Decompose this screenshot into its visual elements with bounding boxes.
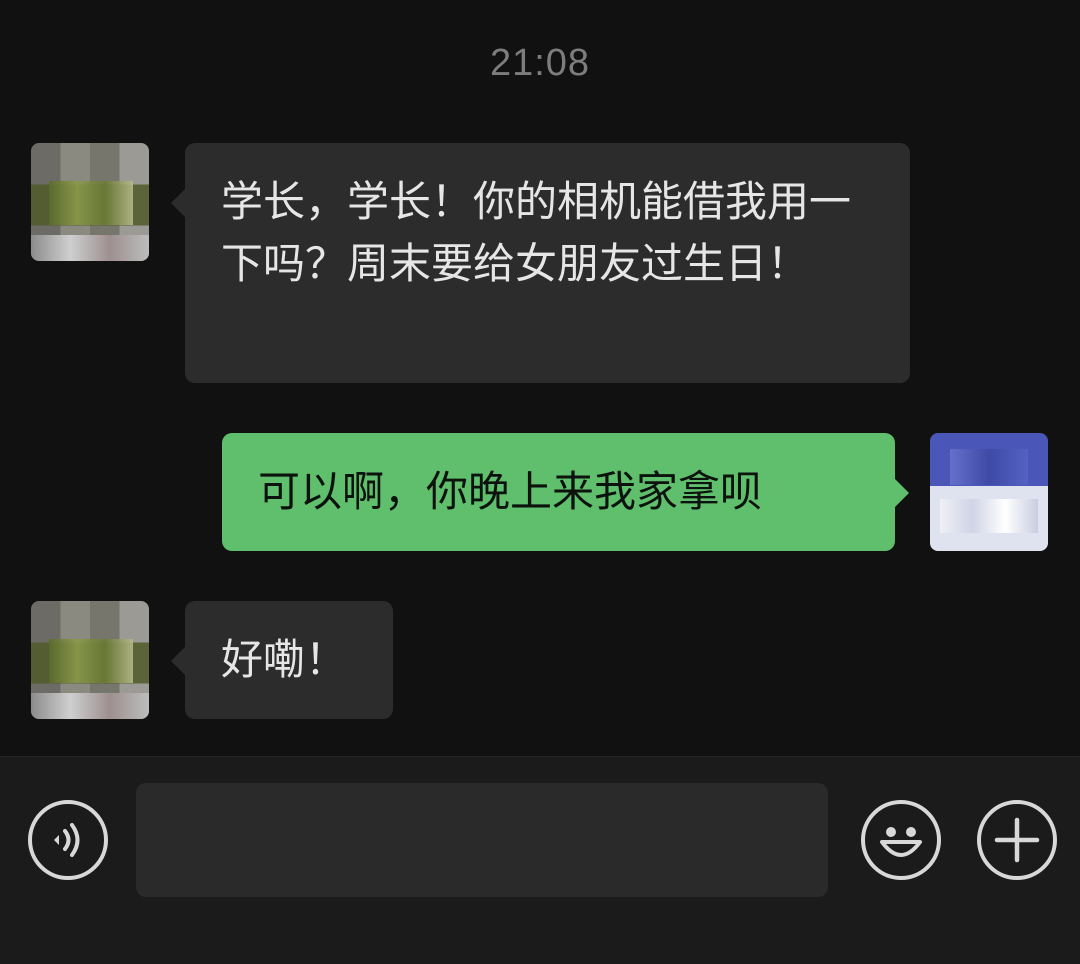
outgoing-message-bubble[interactable]: 可以啊，你晚上来我家拿呗	[222, 433, 909, 551]
voice-button[interactable]	[28, 800, 108, 880]
voice-icon	[54, 823, 80, 857]
message-input[interactable]	[136, 783, 828, 897]
emoji-button[interactable]	[861, 800, 941, 880]
message-text: 好嘞！	[221, 635, 348, 684]
incoming-message-bubble[interactable]: 学长，学长！你的相机能借我用一下吗？周末要给女朋友过生日！	[171, 143, 910, 383]
message-text: 学长，学长！你的相机能借我用一下吗？周末要给女朋友过生日！	[221, 177, 852, 288]
my-avatar[interactable]	[930, 433, 1048, 551]
emoji-icon	[880, 827, 922, 857]
contact-avatar[interactable]	[31, 143, 149, 261]
plus-icon	[994, 817, 1040, 863]
message-text: 可以啊，你晚上来我家拿呗	[258, 467, 763, 516]
message-timestamp: 21:08	[489, 42, 591, 84]
more-button[interactable]	[977, 800, 1057, 880]
incoming-message-bubble[interactable]: 好嘞！	[171, 601, 393, 719]
chat-input-bar	[0, 756, 1080, 964]
contact-avatar[interactable]	[31, 601, 149, 719]
